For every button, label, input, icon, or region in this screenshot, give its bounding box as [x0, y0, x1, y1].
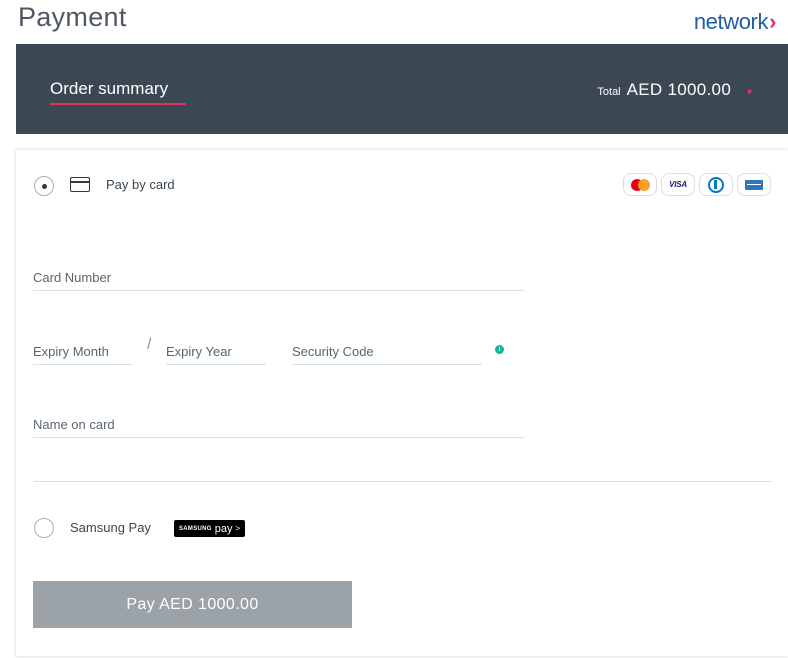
samsung-pay-radio[interactable]: [34, 518, 54, 538]
total-label: Total: [597, 86, 621, 98]
name-on-card-underline: [33, 437, 525, 438]
order-summary-bar[interactable]: Order summary Total AED 1000.00 ▼: [16, 44, 788, 134]
brand-chevron-icon: ›: [769, 9, 776, 34]
mastercard-icon: [623, 173, 657, 196]
security-code-field[interactable]: Security Code: [292, 344, 374, 359]
security-code-underline: [292, 364, 482, 365]
credit-card-icon: [70, 177, 90, 192]
total-amount: AED 1000.00: [626, 80, 732, 99]
brand-name: network: [693, 9, 769, 34]
samsung-pay-label[interactable]: Samsung Pay: [70, 520, 151, 535]
page-title: Payment: [18, 2, 127, 32]
info-icon[interactable]: i: [495, 345, 504, 354]
order-summary-label[interactable]: Order summary: [50, 79, 168, 99]
section-divider: [34, 481, 772, 482]
order-total[interactable]: Total AED 1000.00 ▼: [597, 80, 754, 100]
expiry-year-underline: [166, 364, 266, 365]
order-summary-underline: [50, 103, 186, 105]
visa-text: VISA: [669, 180, 687, 189]
expiry-separator: /: [147, 336, 152, 353]
radio-selected-dot: [42, 184, 47, 189]
name-on-card-field[interactable]: Name on card: [33, 417, 115, 432]
payment-panel: Pay by card VISA Card Number Expiry Mont…: [16, 150, 788, 656]
pay-button[interactable]: Pay AED 1000.00: [33, 581, 352, 628]
samsung-badge-pay: pay: [214, 522, 233, 535]
expiry-year-field[interactable]: Expiry Year: [166, 344, 232, 359]
samsung-badge-text: SAMSUNG: [179, 525, 212, 532]
samsung-pay-logo: SAMSUNG pay >: [174, 520, 246, 537]
card-number-underline: [33, 290, 525, 291]
card-number-field[interactable]: Card Number: [33, 270, 111, 285]
expiry-month-underline: [33, 364, 133, 365]
network-logo: network›: [693, 9, 777, 35]
accepted-card-brands: VISA: [623, 173, 771, 196]
caret-down-icon[interactable]: ▼: [745, 87, 754, 97]
samsung-badge-arrow: >: [235, 524, 241, 533]
expiry-month-field[interactable]: Expiry Month: [33, 344, 109, 359]
visa-icon: VISA: [661, 173, 695, 196]
pay-by-card-label[interactable]: Pay by card: [106, 177, 175, 192]
diners-club-icon: [699, 173, 733, 196]
amex-icon: [737, 173, 771, 196]
pay-by-card-radio[interactable]: [34, 176, 54, 196]
